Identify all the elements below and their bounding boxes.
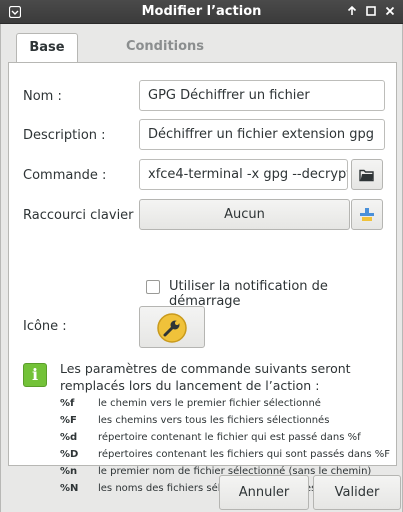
dialog-body: Base Conditions d’apparition Nom : GPG D… — [0, 24, 403, 512]
icon-label: Icône : — [23, 319, 67, 334]
folder-open-icon — [352, 167, 382, 186]
browse-command-button[interactable] — [351, 159, 383, 190]
icon-picker-button[interactable] — [139, 306, 205, 348]
shortcut-button[interactable]: Aucun — [139, 199, 350, 230]
cancel-button[interactable]: Annuler — [219, 475, 309, 510]
code-key: %f — [60, 398, 75, 409]
command-label: Commande : — [23, 168, 107, 183]
code-description: répertoires contenant les fichiers qui s… — [98, 449, 391, 460]
code-key: %N — [60, 483, 79, 494]
shortcut-label: Raccourci clavier : — [23, 208, 143, 223]
code-key: %d — [60, 432, 78, 443]
command-field[interactable]: xfce4-terminal -x gpg --decrypt — [139, 159, 348, 190]
code-description: répertoire contenant le fichier qui est … — [98, 432, 361, 443]
ok-button[interactable]: Valider — [313, 475, 401, 510]
tab-panel-base: Nom : GPG Déchiffrer un fichier Descript… — [8, 62, 397, 494]
tab-base[interactable]: Base — [16, 33, 78, 63]
tab-conditions[interactable]: Conditions d’apparition — [90, 33, 240, 82]
arrow-up-icon[interactable] — [343, 3, 361, 21]
code-key: %F — [60, 415, 77, 426]
name-field[interactable]: GPG Déchiffrer un fichier — [139, 80, 385, 111]
restore-icon[interactable] — [362, 3, 380, 21]
description-field[interactable]: Déchiffrer un fichier extension gpg — [139, 119, 385, 150]
code-description: le chemin vers le premier fichier sélect… — [98, 398, 321, 409]
tab-bar: Base Conditions d’apparition — [8, 33, 397, 82]
info-icon: i — [23, 363, 47, 387]
code-key: %n — [60, 466, 78, 477]
wrench-icon — [156, 312, 188, 344]
code-description: les chemins vers tous les fichiers sélec… — [98, 415, 330, 426]
code-key: %D — [60, 449, 79, 460]
startup-notification-label[interactable]: Utiliser la notification de démarrage — [169, 279, 396, 309]
clear-shortcut-button[interactable] — [351, 199, 383, 230]
clear-icon — [352, 207, 382, 226]
name-label: Nom : — [23, 89, 62, 104]
close-icon[interactable] — [381, 3, 399, 21]
startup-notification-checkbox[interactable] — [146, 280, 160, 294]
title-bar[interactable]: Modifier l’action — [0, 0, 403, 24]
info-text: Les paramètres de commande suivants sero… — [60, 361, 351, 393]
description-label: Description : — [23, 128, 106, 143]
